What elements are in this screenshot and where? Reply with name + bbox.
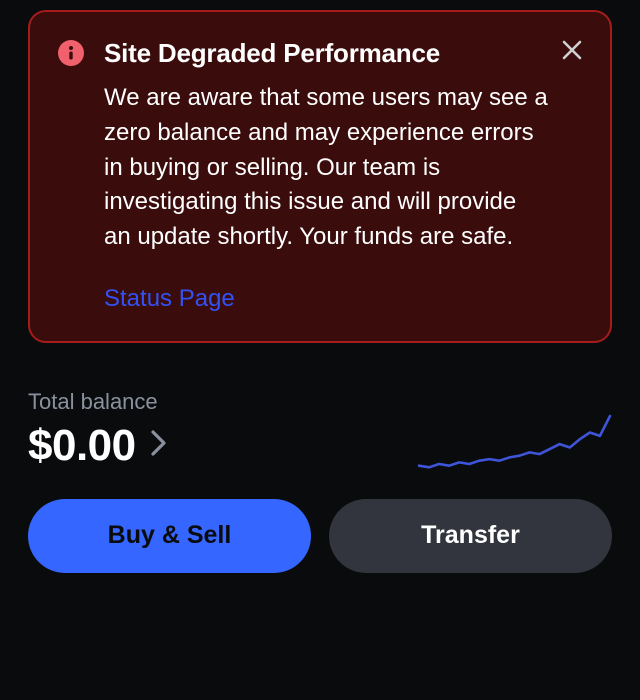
alert-message: We are aware that some users may see a z… <box>104 81 548 255</box>
balance-sparkline <box>417 409 612 471</box>
close-icon[interactable] <box>556 34 588 66</box>
chevron-right-icon <box>150 429 168 462</box>
buy-sell-button[interactable]: Buy & Sell <box>28 499 311 573</box>
balance-value: $0.00 <box>28 421 136 471</box>
info-icon <box>58 40 84 66</box>
degraded-performance-alert: Site Degraded Performance We are aware t… <box>28 10 612 343</box>
alert-title: Site Degraded Performance <box>104 38 548 69</box>
transfer-button[interactable]: Transfer <box>329 499 612 573</box>
balance-row[interactable]: $0.00 <box>28 421 168 471</box>
total-balance-label: Total balance <box>28 389 168 415</box>
status-page-link[interactable]: Status Page <box>104 285 235 313</box>
